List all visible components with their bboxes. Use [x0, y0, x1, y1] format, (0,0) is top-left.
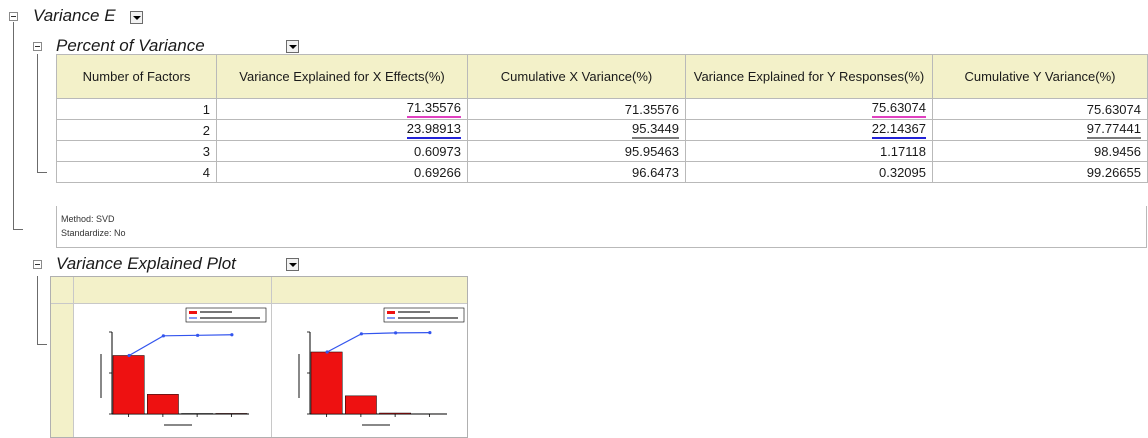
table-row: 3 0.60973 95.95463 1.17118 98.9456: [56, 140, 1148, 162]
notes-box: [56, 206, 1147, 248]
standardize-note: Standardize: No: [61, 228, 126, 238]
percent-section-title: Percent of Variance: [56, 36, 205, 55]
legend-swatch-bar: [189, 311, 197, 314]
highlight-y-2: 22.14367: [871, 121, 926, 139]
x-axis-title: [164, 424, 192, 426]
percent-variance-table: Number of Factors Variance Explained for…: [56, 54, 1148, 183]
cell-y-explained[interactable]: 22.14367: [685, 119, 933, 141]
tree-line-percent: [37, 54, 38, 173]
cell-x-explained[interactable]: 23.98913: [216, 119, 468, 141]
cell-x-explained[interactable]: 0.69266: [216, 161, 468, 183]
cumulative-point: [230, 333, 234, 337]
percent-dropdown-button[interactable]: [286, 40, 299, 53]
cumulative-line: [128, 334, 232, 357]
cell-y-cumulative[interactable]: 99.26655: [932, 161, 1148, 183]
cumulative-point: [394, 331, 398, 335]
bar: [310, 351, 343, 415]
table-row: 4 0.69266 96.6473 0.32095 99.26655: [56, 161, 1148, 183]
cumulative-line: [326, 332, 430, 353]
plot-thumbnail-x[interactable]: [74, 304, 271, 437]
cumulative-point: [127, 353, 131, 358]
tree-line-percent-end: [37, 172, 47, 173]
legend-text-bar: [200, 311, 232, 313]
legend-box: [185, 307, 267, 323]
cell-y-explained[interactable]: 0.32095: [685, 161, 933, 183]
method-note: Method: SVD: [61, 214, 115, 224]
tree-line-root: [13, 22, 14, 230]
cumulative-point: [325, 350, 329, 354]
tree-line-root-end: [13, 229, 23, 230]
bar: [345, 395, 377, 415]
plot-panel-corner: [73, 277, 74, 303]
cell-y-cumulative[interactable]: 75.63074: [932, 98, 1148, 120]
bar: [181, 413, 213, 415]
legend-text-bar: [398, 311, 430, 313]
cell-factor[interactable]: 2: [56, 119, 217, 141]
header-y-explained: Variance Explained for Y Responses(%): [685, 54, 933, 99]
cell-x-explained[interactable]: 71.35576: [216, 98, 468, 120]
cumulative-point: [428, 331, 432, 335]
header-y-cumulative: Cumulative Y Variance(%): [932, 54, 1148, 99]
bar: [112, 355, 145, 415]
legend-text-line: [200, 317, 260, 319]
tree-line-plot: [37, 276, 38, 345]
highlight-yc-2: 97.77441: [1086, 121, 1141, 139]
cell-factor[interactable]: 3: [56, 140, 217, 162]
y-axis-title: [298, 354, 300, 398]
plot-panel: [50, 276, 468, 438]
tree-line-plot-end: [37, 344, 47, 345]
plot-panel-header-row: [51, 277, 467, 304]
cumulative-point: [161, 334, 165, 338]
plot-section-title: Variance Explained Plot: [56, 254, 236, 273]
cumulative-point: [196, 333, 200, 337]
cell-factor[interactable]: 4: [56, 161, 217, 183]
cell-x-cumulative[interactable]: 71.35576: [467, 98, 686, 120]
legend-swatch-bar: [387, 311, 395, 314]
table-row: 1 71.35576 71.35576 75.63074 75.63074: [56, 98, 1148, 120]
plot-dropdown-button[interactable]: [286, 258, 299, 271]
bar: [147, 394, 179, 415]
collapse-variance-toggle[interactable]: [9, 12, 18, 21]
cell-x-cumulative[interactable]: 95.95463: [467, 140, 686, 162]
plot-thumbnail-y[interactable]: [272, 304, 467, 437]
highlight-x-1: 71.35576: [406, 100, 461, 118]
collapse-plot-toggle[interactable]: [33, 260, 42, 269]
highlight-y-1: 75.63074: [871, 100, 926, 118]
header-x-cumulative: Cumulative X Variance(%): [467, 54, 686, 99]
legend-box: [383, 307, 465, 323]
bar: [379, 412, 411, 415]
highlight-xc-2: 95.3449: [632, 121, 679, 139]
cell-x-cumulative[interactable]: 95.3449: [467, 119, 686, 141]
variance-dropdown-button[interactable]: [130, 11, 143, 24]
cell-x-explained[interactable]: 0.60973: [216, 140, 468, 162]
header-factors: Number of Factors: [56, 54, 217, 99]
collapse-percent-toggle[interactable]: [33, 42, 42, 51]
cell-y-explained[interactable]: 1.17118: [685, 140, 933, 162]
y-axis-title: [100, 354, 102, 398]
cell-x-cumulative[interactable]: 96.6473: [467, 161, 686, 183]
plot-panel-side-column: [51, 304, 74, 437]
cell-y-cumulative[interactable]: 97.77441: [932, 119, 1148, 141]
x-axis-title: [362, 424, 390, 426]
variance-section-title: Variance E: [33, 6, 116, 25]
header-x-explained: Variance Explained for X Effects(%): [216, 54, 468, 99]
bar: [215, 413, 248, 415]
legend-text-line: [398, 317, 458, 319]
cumulative-point: [359, 332, 363, 336]
cell-y-cumulative[interactable]: 98.9456: [932, 140, 1148, 162]
cell-y-explained[interactable]: 75.63074: [685, 98, 933, 120]
highlight-x-2: 23.98913: [406, 121, 461, 139]
table-row: 2 23.98913 95.3449 22.14367 97.77441: [56, 119, 1148, 141]
cell-factor[interactable]: 1: [56, 98, 217, 120]
